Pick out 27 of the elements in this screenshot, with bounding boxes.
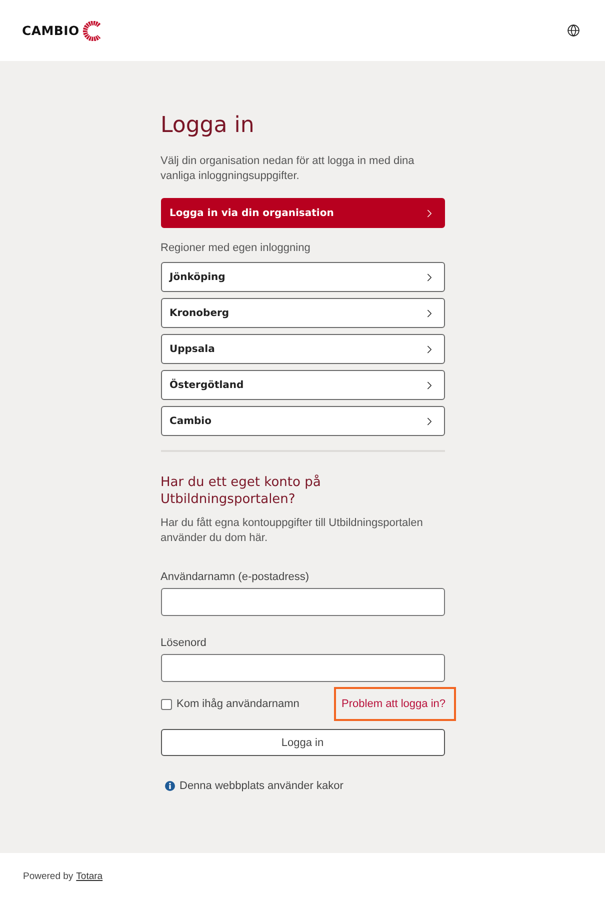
totara-link[interactable]: Totara (76, 870, 103, 882)
powered-by-label: Powered by (23, 870, 74, 882)
language-button[interactable] (567, 24, 580, 37)
logo-mark-icon (82, 20, 102, 40)
intro-text: Välj din organisation nedan för att logga in med dina vanliga inloggningsuppgifter. (160, 154, 416, 184)
organisation-login-button[interactable]: Logga in via din organisation (160, 198, 444, 228)
input-field[interactable] (160, 654, 444, 682)
remember-label: Kom ihåg användarnamn (176, 698, 300, 710)
login-button[interactable]: Logga in (160, 729, 444, 756)
region-button[interactable]: Uppsala (160, 334, 444, 364)
regions-label: Regioner med egen inloggning (160, 241, 312, 256)
checkbox[interactable] (160, 698, 172, 710)
info-icon (164, 781, 174, 791)
help-link[interactable]: Problem att logga in? (334, 687, 456, 721)
region-button[interactable]: Cambio (160, 406, 444, 436)
region-button[interactable]: Kronoberg (160, 298, 444, 328)
region-button[interactable]: Östergötland (160, 370, 444, 400)
region-button[interactable]: Jönköping (160, 262, 444, 292)
field-label: Användarnamn (e-postadress) (160, 570, 310, 584)
input-field[interactable] (160, 588, 444, 616)
globe-icon (567, 24, 580, 37)
cookie-notice: Denna webbplats använder kakor (180, 780, 344, 792)
field-label: Lösenord (160, 636, 208, 650)
logo-text: CAMBIO (22, 23, 80, 38)
section-description: Har du fått egna kontouppgifter till Utbildningsportalen använder du dom här. (160, 516, 424, 546)
section-heading: Har du ett eget konto på Utbildningsportalen? (160, 474, 322, 508)
page-title: Logga in (160, 112, 256, 140)
